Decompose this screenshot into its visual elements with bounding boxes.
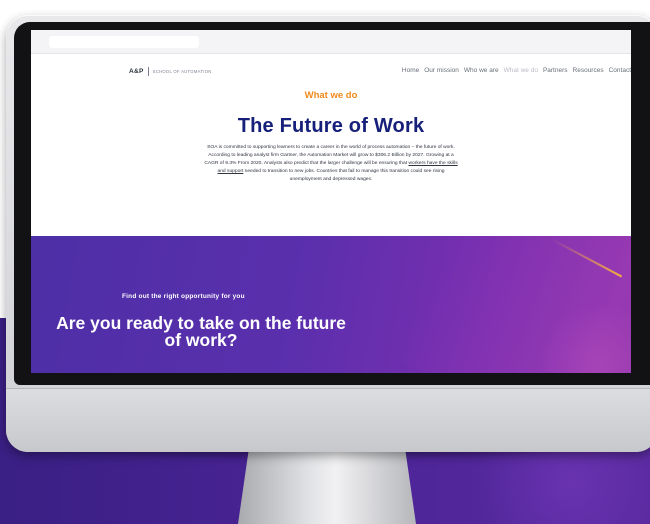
- nav-item-partners[interactable]: Partners: [543, 67, 568, 74]
- site-logo[interactable]: A&P SCHOOL OF AUTOMATION: [129, 67, 212, 76]
- cta-title: Are you ready to take on the future of w…: [56, 313, 346, 350]
- section-eyebrow: What we do: [304, 90, 358, 101]
- website-screen: A&P SCHOOL OF AUTOMATION Home Our missio…: [31, 30, 631, 373]
- logo-text: SCHOOL OF AUTOMATION: [152, 69, 212, 74]
- page-title: The Future of Work: [237, 115, 425, 137]
- cta-subtitle: Find out the right opportunity for you: [122, 293, 245, 300]
- scene: A&P SCHOOL OF AUTOMATION Home Our missio…: [0, 0, 650, 524]
- main-nav: Home Our mission Who we are What we do P…: [402, 67, 631, 74]
- nav-item-resources[interactable]: Resources: [573, 67, 604, 74]
- nav-item-what-we-do[interactable]: What we do: [504, 67, 538, 74]
- browser-bar: [31, 30, 631, 54]
- nav-item-contact[interactable]: Contact: [609, 67, 631, 74]
- cta-section: Find out the right opportunity for you A…: [31, 236, 631, 373]
- logo-mark: A&P: [129, 68, 144, 75]
- intro-text-part-2: needed to transition to new jobs. Countr…: [243, 169, 445, 182]
- logo-divider: [147, 67, 149, 76]
- hero-section: What we do The Future of Work SOA is com…: [31, 88, 631, 236]
- intro-paragraph: SOA is committed to supporting learners …: [203, 144, 459, 184]
- browser-tab[interactable]: [49, 36, 199, 48]
- site-header: A&P SCHOOL OF AUTOMATION Home Our missio…: [31, 54, 631, 88]
- monitor-chin: [6, 388, 650, 452]
- nav-item-home[interactable]: Home: [402, 67, 419, 74]
- monitor-stand: [238, 450, 416, 524]
- nav-item-who-we-are[interactable]: Who we are: [464, 67, 499, 74]
- nav-item-our-mission[interactable]: Our mission: [424, 67, 459, 74]
